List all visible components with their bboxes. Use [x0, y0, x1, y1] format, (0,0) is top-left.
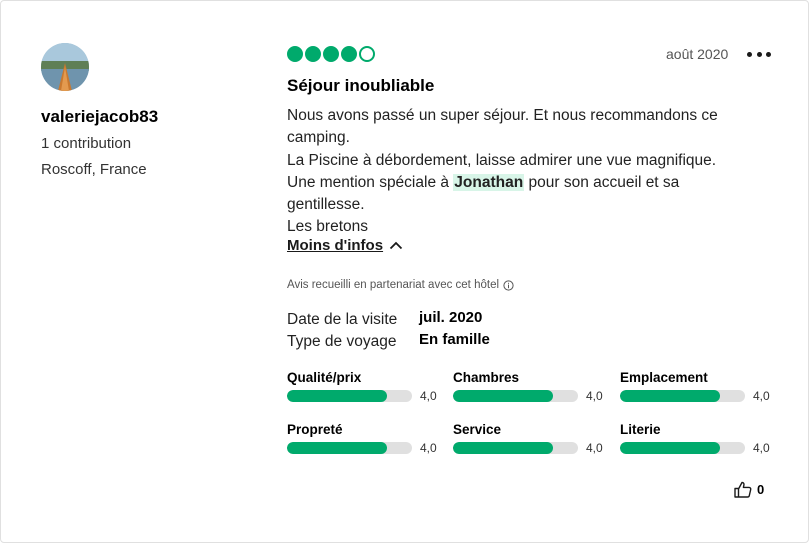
subrating-bar — [287, 442, 412, 454]
partner-note-text: Avis recueilli en partenariat avec cet h… — [287, 279, 500, 291]
show-less-label: Moins d'infos — [287, 237, 384, 254]
contribution-count: 1 contribution — [41, 135, 132, 152]
subrating-bar — [620, 442, 745, 454]
visit-date-value: juil. 2020 — [419, 309, 483, 326]
subrating-bar — [287, 390, 412, 402]
subrating-fill — [287, 442, 387, 454]
bubble-empty-icon — [359, 46, 375, 62]
partner-note: Avis recueilli en partenariat avec cet h… — [287, 279, 514, 291]
bubble-filled-icon — [341, 46, 357, 62]
review-signature: Les bretons — [287, 218, 368, 236]
review-card: valeriejacob83 1 contribution Roscoff, F… — [0, 0, 809, 543]
review-mention: Une mention spéciale à Jonathan pour son… — [287, 172, 757, 217]
subrating-fill — [453, 442, 553, 454]
subrating-fill — [453, 390, 553, 402]
review-line: La Piscine à débordement, laisse admirer… — [287, 151, 717, 169]
subrating-label: Qualité/prix — [287, 370, 362, 385]
subrating-value-for-money: Qualité/prix 4,0 — [287, 370, 438, 403]
subrating-value: 4,0 — [420, 389, 437, 403]
helpful-vote-button[interactable]: 0 — [734, 481, 764, 498]
bubble-filled-icon — [287, 46, 303, 62]
review-title[interactable]: Séjour inoubliable — [287, 76, 434, 96]
subrating-value: 4,0 — [753, 389, 770, 403]
subrating-bar — [453, 390, 578, 402]
more-options-button[interactable] — [747, 45, 771, 63]
bubble-filled-icon — [323, 46, 339, 62]
avatar-image — [41, 43, 89, 91]
subrating-label: Literie — [620, 422, 661, 437]
dot-icon — [747, 51, 752, 57]
bubble-rating — [287, 46, 375, 62]
chevron-up-icon — [389, 241, 403, 250]
subrating-label: Service — [453, 422, 502, 437]
bubble-filled-icon — [305, 46, 321, 62]
trip-type-label: Type de voyage — [287, 333, 397, 350]
subrating-label: Chambres — [453, 370, 520, 385]
user-location: Roscoff, France — [41, 161, 147, 178]
subrating-cleanliness: Propreté 4,0 — [287, 422, 438, 455]
trip-type-value: En famille — [419, 331, 490, 348]
subrating-location: Emplacement 4,0 — [620, 370, 771, 403]
subrating-label: Propreté — [287, 422, 343, 437]
review-line: Nous avons passé un super séjour. Et nou… — [287, 107, 718, 147]
username[interactable]: valeriejacob83 — [41, 107, 158, 127]
subrating-value: 4,0 — [753, 441, 770, 455]
subrating-fill — [620, 390, 720, 402]
subrating-bar — [453, 442, 578, 454]
mention-prefix: Une mention spéciale à — [287, 173, 454, 191]
subrating-fill — [620, 442, 720, 454]
dot-icon — [766, 51, 771, 57]
visit-date-label: Date de la visite — [287, 311, 398, 328]
subrating-rooms: Chambres 4,0 — [453, 370, 604, 403]
avatar[interactable] — [41, 43, 89, 91]
subrating-bar — [620, 390, 745, 402]
subrating-bedding: Literie 4,0 — [620, 422, 771, 455]
thumbs-up-icon — [734, 481, 752, 498]
subrating-service: Service 4,0 — [453, 422, 604, 455]
staff-mention: Jonathan — [453, 173, 525, 191]
review-date: août 2020 — [666, 46, 729, 62]
subrating-value: 4,0 — [420, 441, 437, 455]
show-less-button[interactable]: Moins d'infos — [287, 237, 403, 254]
dot-icon — [756, 51, 762, 57]
subrating-fill — [287, 390, 387, 402]
subrating-label: Emplacement — [620, 370, 708, 385]
subrating-value: 4,0 — [586, 389, 603, 403]
review-body: Nous avons passé un super séjour. Et nou… — [287, 105, 757, 239]
helpful-count: 0 — [757, 482, 765, 497]
info-icon[interactable] — [503, 279, 514, 291]
subrating-value: 4,0 — [586, 441, 603, 455]
